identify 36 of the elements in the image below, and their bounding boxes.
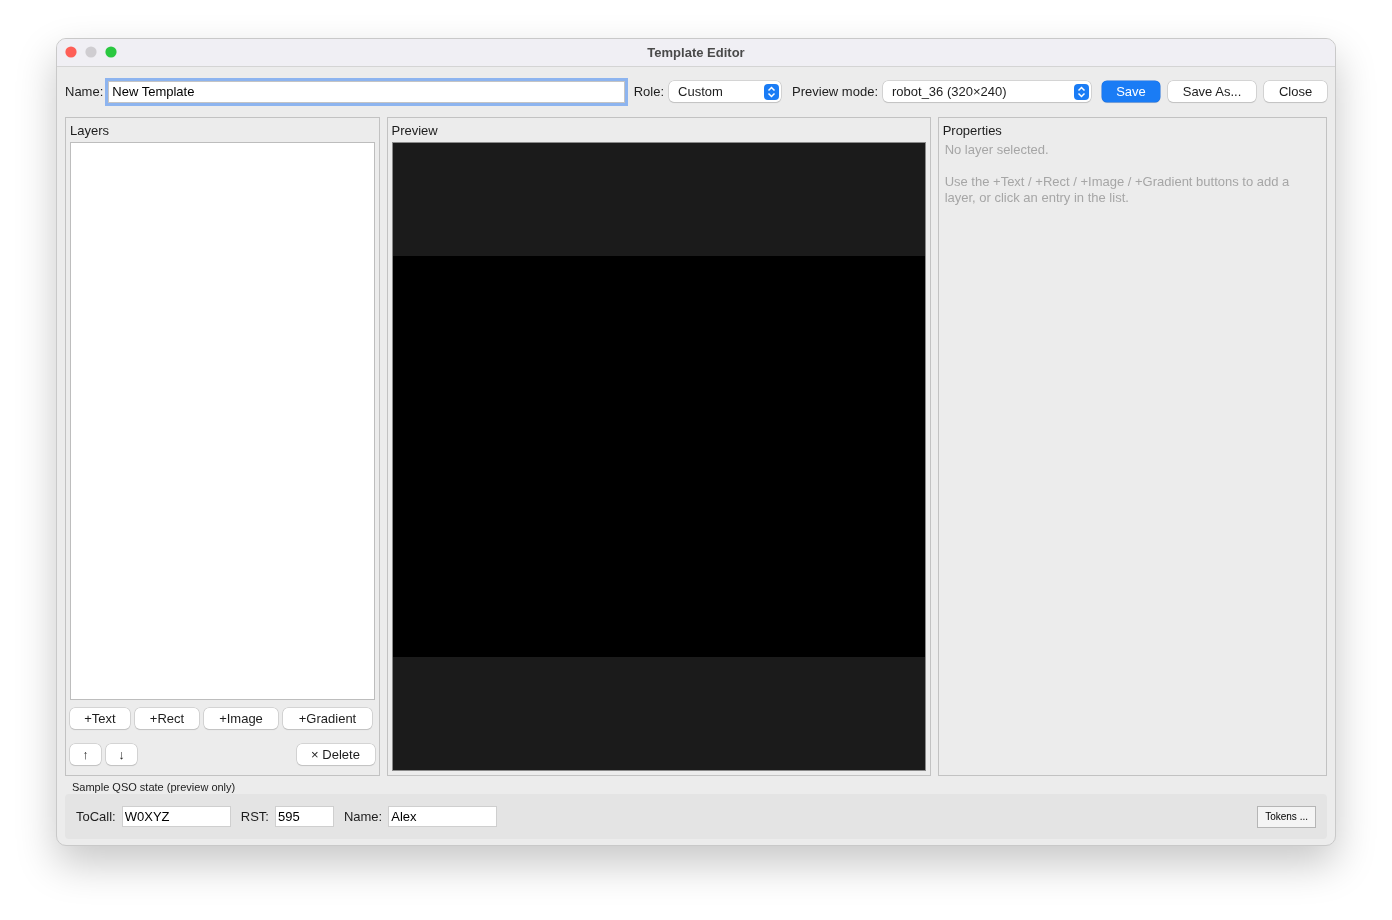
stepper-icon (764, 83, 779, 100)
properties-hint: No layer selected. (944, 141, 1050, 158)
zoom-icon[interactable] (105, 46, 117, 59)
window-title: Template Editor (647, 44, 745, 60)
sample-qso-title: Sample QSO state (preview only) (72, 780, 237, 794)
preview-mode-label: Preview mode: (792, 84, 878, 100)
name-field[interactable]: New Template (108, 80, 625, 103)
field-label: ToCall: (76, 809, 116, 824)
move-down-button[interactable]: ↓ (106, 744, 137, 765)
role-label: Role: (633, 84, 664, 100)
save-as-button[interactable]: Save As... (1168, 81, 1256, 103)
close-button[interactable]: Close (1264, 81, 1327, 103)
field-label: Name: (343, 809, 383, 824)
delete-button[interactable]: × Delete (296, 744, 375, 765)
stepper-icon (1074, 83, 1089, 100)
layers-list[interactable] (70, 141, 375, 700)
preview-title: Preview (391, 121, 439, 139)
input-field[interactable]: W0XYZ (121, 806, 231, 827)
properties-title: Properties (942, 121, 1003, 139)
properties-hint: Use the +Text / +Rect / +Image / +Gradient buttons to add a layer, or click an entry in the list. (944, 173, 1291, 206)
close-icon[interactable] (65, 46, 77, 59)
add-layer-button[interactable]: +Gradient (283, 708, 372, 729)
add-layer-button[interactable]: +Image (204, 708, 278, 729)
input-field[interactable]: Alex (388, 806, 498, 827)
name-label: Name: (65, 84, 104, 100)
save-button[interactable]: Save (1102, 81, 1160, 103)
add-layer-button[interactable]: +Rect (135, 708, 199, 729)
field-label: RST: (240, 809, 269, 824)
tokens-button[interactable]: Tokens ... (1257, 805, 1316, 828)
move-up-button[interactable]: ↑ (70, 744, 101, 765)
input-field[interactable]: 595 (274, 806, 334, 827)
preview-mode-select[interactable]: robot_36 (320×240) (883, 81, 1091, 103)
minimize-icon[interactable] (85, 46, 97, 59)
layers-title: Layers (70, 121, 111, 139)
role-select[interactable]: Custom (669, 81, 781, 103)
add-layer-button[interactable]: +Text (70, 708, 130, 729)
